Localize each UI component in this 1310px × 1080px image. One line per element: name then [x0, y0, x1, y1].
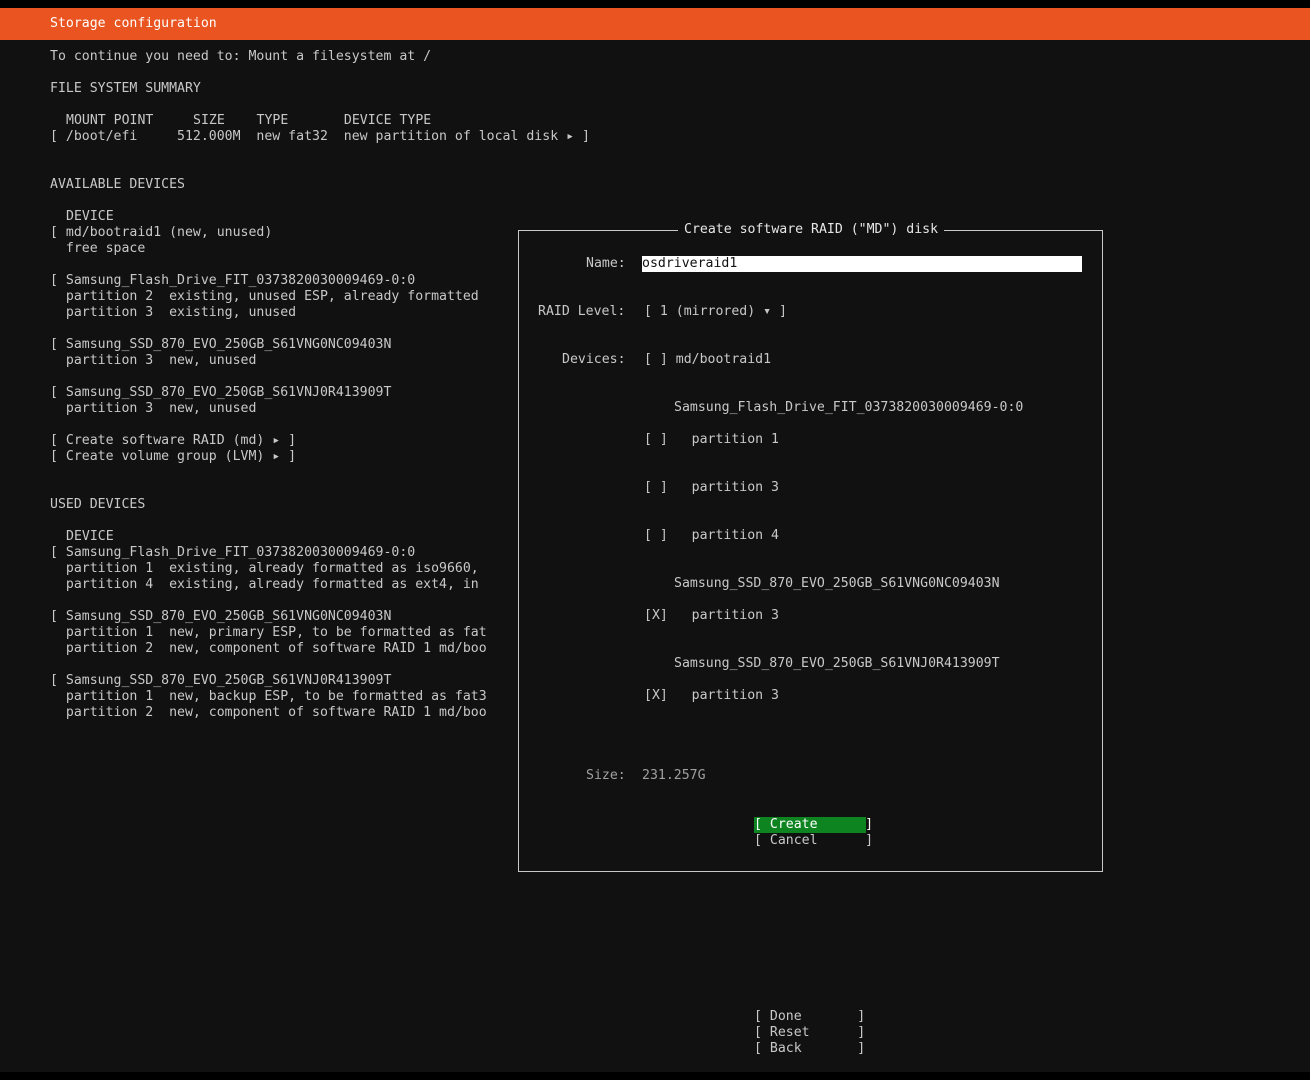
fs-summary-row[interactable]: [ /boot/efi 512.000M new fat32 new parti… — [50, 129, 590, 145]
reset-button[interactable]: [ Reset ] — [754, 1025, 865, 1041]
used-device-row-ssd-nc09403n[interactable]: [ Samsung_SSD_870_EVO_250GB_S61VNG0NC094… — [50, 609, 391, 625]
fs-summary-heading: FILE SYSTEM SUMMARY — [50, 81, 201, 96]
used-device-row-flash-drive[interactable]: [ Samsung_Flash_Drive_FIT_03738200300094… — [50, 545, 415, 561]
disk-label-ssd-nc09403n: Samsung_SSD_870_EVO_250GB_S61VNG0NC09403… — [674, 576, 1000, 591]
free-space-row: free space — [50, 241, 146, 256]
partition-checkbox[interactable]: [X] partition 3 — [644, 688, 779, 704]
device-row-flash-drive[interactable]: [ Samsung_Flash_Drive_FIT_03738200300094… — [50, 273, 415, 289]
disk-label-ssd-r413909t: Samsung_SSD_870_EVO_250GB_S61VNJ0R413909… — [674, 656, 1000, 671]
device-checkbox-md-bootraid1[interactable]: [ ] md/bootraid1 — [644, 352, 771, 368]
size-value: 231.257G — [642, 768, 706, 783]
partition-checkbox[interactable]: [ ] partition 3 — [644, 480, 779, 496]
partition-row: partition 3 new, unused — [50, 401, 257, 416]
partition-checkbox[interactable]: [ ] partition 4 — [644, 528, 779, 544]
raid-level-label: RAID Level: — [538, 304, 626, 319]
done-button[interactable]: [ Done ] — [754, 1009, 865, 1025]
name-input[interactable]: osdriveraid1 — [642, 256, 1082, 272]
partition-row: partition 2 new, component of software R… — [50, 641, 487, 656]
cancel-button[interactable]: [ Cancel ] — [754, 833, 873, 849]
device-row-ssd-r413909t[interactable]: [ Samsung_SSD_870_EVO_250GB_S61VNJ0R4139… — [50, 385, 391, 401]
installer-screen: Storage configuration To continue you ne… — [0, 8, 1310, 1072]
available-device-column: DEVICE — [66, 209, 114, 224]
partition-checkbox[interactable]: [ ] partition 1 — [644, 432, 779, 448]
partition-checkbox[interactable]: [X] partition 3 — [644, 608, 779, 624]
create-raid-dialog: Create software RAID ("MD") disk Name: o… — [518, 222, 1103, 872]
partition-row: partition 4 existing, already formatted … — [50, 577, 479, 592]
disk-label-flash-drive: Samsung_Flash_Drive_FIT_0373820030009469… — [674, 400, 1024, 415]
partition-row: partition 2 existing, unused ESP, alread… — [50, 289, 479, 304]
fs-summary-columns: MOUNT POINT SIZE TYPE DEVICE TYPE — [66, 113, 432, 128]
back-button[interactable]: [ Back ] — [754, 1041, 865, 1057]
device-row-ssd-nc09403n[interactable]: [ Samsung_SSD_870_EVO_250GB_S61VNG0NC094… — [50, 337, 391, 353]
partition-row: partition 1 new, backup ESP, to be forma… — [50, 689, 487, 704]
device-row-md-bootraid1[interactable]: [ md/bootraid1 (new, unused) — [50, 225, 272, 241]
devices-label: Devices: — [562, 352, 626, 367]
create-raid-button[interactable]: [ Create software RAID (md) ▸ ] — [50, 433, 296, 449]
create-lvm-button[interactable]: [ Create volume group (LVM) ▸ ] — [50, 449, 296, 465]
used-devices-heading: USED DEVICES — [50, 497, 146, 512]
used-device-row-ssd-r413909t[interactable]: [ Samsung_SSD_870_EVO_250GB_S61VNJ0R4139… — [50, 673, 391, 689]
partition-row: partition 3 existing, unused — [50, 305, 297, 320]
title-bar: Storage configuration — [0, 8, 1310, 40]
available-devices-heading: AVAILABLE DEVICES — [50, 177, 185, 192]
dialog-title: Create software RAID ("MD") disk — [678, 222, 945, 238]
name-label: Name: — [586, 256, 626, 271]
partition-row: partition 1 new, primary ESP, to be form… — [50, 625, 487, 640]
partition-row: partition 2 new, component of software R… — [50, 705, 487, 720]
create-button[interactable]: [ Create ] — [754, 817, 873, 833]
notice-text: To continue you need to: Mount a filesys… — [50, 49, 432, 64]
raid-level-select[interactable]: [ 1 (mirrored) ▾ ] — [644, 304, 787, 320]
partition-row: partition 1 existing, already formatted … — [50, 561, 479, 576]
page-title: Storage configuration — [50, 16, 217, 31]
partition-row: partition 3 new, unused — [50, 353, 257, 368]
size-label: Size: — [586, 768, 626, 783]
used-device-column: DEVICE — [66, 529, 114, 544]
